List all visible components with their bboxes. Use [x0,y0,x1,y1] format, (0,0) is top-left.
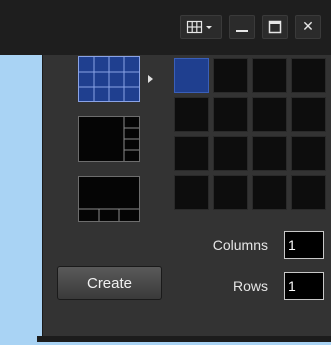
create-button[interactable]: Create [57,266,162,300]
columns-input[interactable] [284,231,324,259]
grid-cell[interactable] [252,136,287,171]
preset-one-large-plus-bottom-row[interactable] [78,176,140,222]
grid-cell[interactable] [174,58,209,93]
maximize-icon [268,20,282,34]
minimize-icon [236,30,248,32]
grid-cell[interactable] [174,136,209,171]
maximize-button[interactable] [262,15,288,39]
grid-cell[interactable] [213,136,248,171]
grid-cell[interactable] [291,175,326,210]
grid-cell[interactable] [252,97,287,132]
preset-grid-3x3[interactable] [78,56,140,102]
grid-3x3-icon [79,57,139,101]
minimize-button[interactable] [229,15,255,39]
caret-down-icon [206,26,212,29]
title-bar: ✕ [0,0,331,55]
preset-one-large-plus-sidebar[interactable] [78,116,140,162]
grid-cell[interactable] [291,58,326,93]
panel-shadow [37,336,331,342]
grid-layout-icon [186,20,212,34]
grid-cell[interactable] [291,97,326,132]
close-icon: ✕ [302,19,314,35]
grid-cell[interactable] [291,136,326,171]
grid-cell[interactable] [174,175,209,210]
custom-layout-grid[interactable] [174,58,326,210]
rows-input[interactable] [284,272,324,300]
preset-selected-arrow-icon [148,75,153,83]
layout-bottom-row-icon [79,208,139,221]
grid-cell[interactable] [213,58,248,93]
grid-cell[interactable] [252,58,287,93]
close-button[interactable]: ✕ [295,15,321,39]
grid-cell[interactable] [213,97,248,132]
grid-cell[interactable] [252,175,287,210]
layout-menu-button[interactable] [180,15,222,39]
grid-cell[interactable] [174,97,209,132]
layout-sidebar-icon [123,117,139,161]
grid-cell[interactable] [213,175,248,210]
columns-label: Columns [212,237,268,253]
rows-label: Rows [232,278,268,294]
